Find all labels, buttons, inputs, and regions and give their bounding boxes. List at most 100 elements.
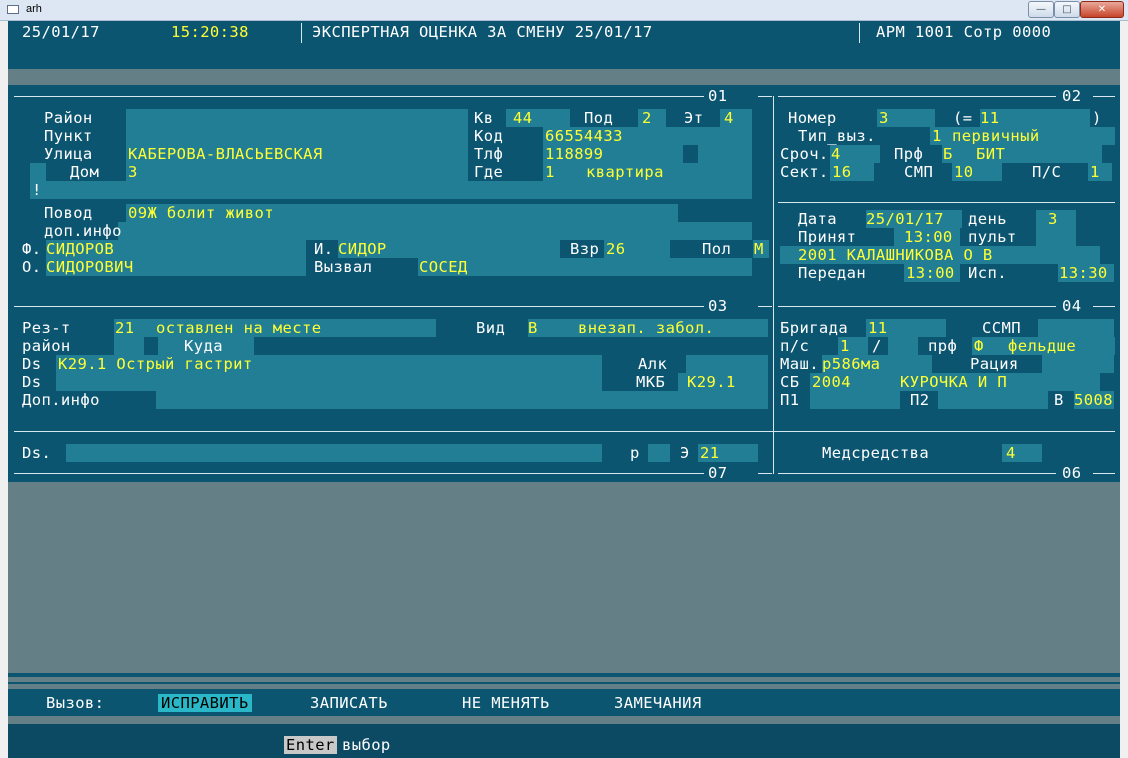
vzr-label: Взр xyxy=(570,240,600,258)
frame-line xyxy=(758,473,772,474)
kv-label: Кв xyxy=(474,109,494,127)
sekt-label: Сект. xyxy=(780,163,829,181)
r-label: р xyxy=(630,444,640,462)
et-label: Эт xyxy=(684,109,704,127)
sb-label: СБ xyxy=(780,373,800,391)
gde-label: Где xyxy=(474,163,504,181)
prf-field[interactable] xyxy=(942,145,1102,163)
menu-item-zamechaniya[interactable]: ЗАМЕЧАНИЯ xyxy=(614,694,702,712)
punkt-field[interactable] xyxy=(126,127,468,145)
raciya-label: Рация xyxy=(970,355,1019,373)
frame-line xyxy=(778,96,1056,97)
ds-value: K29.1 Острый гастрит xyxy=(58,355,253,373)
menu-item-ispravit[interactable]: ИСПРАВИТЬ xyxy=(158,694,252,712)
dop-info-label: доп.инфо xyxy=(44,222,122,240)
peredan-label: Передан xyxy=(798,264,867,282)
isp-value: 13:30 xyxy=(1059,264,1108,282)
gde-value: квартира xyxy=(586,163,664,181)
mkb-label: МКБ xyxy=(636,373,666,391)
enter-key-hint: Enter xyxy=(284,736,337,754)
operator-value: 2001 КАЛАШНИКОВА О В xyxy=(798,246,993,264)
frame-line xyxy=(14,473,704,474)
rayon-field[interactable] xyxy=(126,109,468,127)
window-title: arh xyxy=(26,3,42,15)
notes-marker: ! xyxy=(32,181,42,199)
frame-line xyxy=(1093,96,1115,97)
smp-value: 10 xyxy=(954,163,974,181)
ssmp-field[interactable] xyxy=(1038,319,1114,337)
rayon2-label: район xyxy=(22,337,71,355)
header-divider xyxy=(301,23,302,43)
pod-label: Под xyxy=(584,109,614,127)
pult-field[interactable] xyxy=(1036,228,1076,246)
nomer-value: 3 xyxy=(879,109,889,127)
sroch-label: Сроч. xyxy=(780,145,829,163)
data-value: 25/01/17 xyxy=(866,210,944,228)
header-title: ЭКСПЕРТНАЯ ОЦЕНКА ЗА СМЕНУ 25/01/17 xyxy=(312,23,653,41)
p1-field[interactable] xyxy=(810,391,900,409)
v-value: 5008 xyxy=(1074,391,1113,409)
ds2-label: Ds xyxy=(22,373,42,391)
notes-field[interactable] xyxy=(30,181,752,199)
prf-label: Прф xyxy=(894,145,924,163)
ds2-field[interactable] xyxy=(56,373,602,391)
ulica-value: КАБЕРОВА-ВЛАСЬЕВСКАЯ xyxy=(128,145,323,163)
menu-item-ne-menyat[interactable]: НЕ МЕНЯТЬ xyxy=(462,694,550,712)
alk-label: Алк xyxy=(638,355,668,373)
tlf-value: 118899 xyxy=(545,145,604,163)
mkb-value: K29.1 xyxy=(687,373,736,391)
menu-item-zapisat[interactable]: ЗАПИСАТЬ xyxy=(310,694,388,712)
et-value: 4 xyxy=(724,109,734,127)
dom-marker-field[interactable] xyxy=(30,163,46,181)
r-field[interactable] xyxy=(648,444,670,462)
rayon2-field[interactable] xyxy=(114,337,144,355)
p2-field[interactable] xyxy=(938,391,1048,409)
kod-label: Код xyxy=(474,127,504,145)
caller-field[interactable] xyxy=(418,258,752,276)
maximize-button[interactable]: □ xyxy=(1054,1,1080,18)
menu-prefix: Вызов: xyxy=(46,694,105,712)
kod-value: 66554433 xyxy=(545,127,623,145)
prf-value: БИТ xyxy=(976,145,1006,163)
pol-label: Пол xyxy=(702,240,732,258)
close-button[interactable]: ✕ xyxy=(1080,1,1124,18)
meds-label: Медсредства xyxy=(822,444,930,462)
alk-field[interactable] xyxy=(686,355,768,373)
brigade-value: 11 xyxy=(868,319,888,337)
frame-line xyxy=(778,473,1056,474)
dop2-label: Доп.инфо xyxy=(22,391,100,409)
minimize-button[interactable]: — xyxy=(1028,1,1054,18)
tlf-ext-field[interactable] xyxy=(698,145,752,163)
peredan-value: 13:00 xyxy=(906,264,955,282)
surname-value: СИДОРОВ xyxy=(46,240,115,258)
ds-final-field[interactable] xyxy=(66,444,602,462)
meds-value: 4 xyxy=(1006,444,1016,462)
data-label: Дата xyxy=(798,210,837,228)
mash-label: Маш. xyxy=(780,355,819,373)
punkt-label: Пункт xyxy=(44,127,93,145)
frame-line xyxy=(773,96,774,474)
dop-info-field[interactable] xyxy=(118,222,752,240)
mash-value: р586ма xyxy=(822,355,881,373)
menu-separator xyxy=(8,673,1120,677)
tip-label: Тип_выз. xyxy=(798,127,876,145)
patronymic-label: О. xyxy=(22,258,42,276)
tip-value: первичный xyxy=(952,127,1040,145)
ps-value: 1 xyxy=(1090,163,1100,181)
frame-line xyxy=(14,306,704,307)
brig-ps2-field[interactable] xyxy=(888,337,918,355)
nomer-label: Номер xyxy=(788,109,837,127)
e-value: 21 xyxy=(700,444,720,462)
frame-line xyxy=(758,96,772,97)
dom-field[interactable] xyxy=(126,163,468,181)
den-value: 3 xyxy=(1048,210,1058,228)
pol-value: М xyxy=(754,240,764,258)
raciya-field[interactable] xyxy=(1042,355,1114,373)
dop2-field[interactable] xyxy=(156,391,768,409)
app-icon xyxy=(7,5,19,14)
gde-code: 1 xyxy=(545,163,555,181)
name-value: СИДОР xyxy=(338,240,387,258)
ds-final-label: Ds. xyxy=(22,444,52,462)
surname-label: Ф. xyxy=(22,240,42,258)
rez-value: оставлен на месте xyxy=(156,319,322,337)
